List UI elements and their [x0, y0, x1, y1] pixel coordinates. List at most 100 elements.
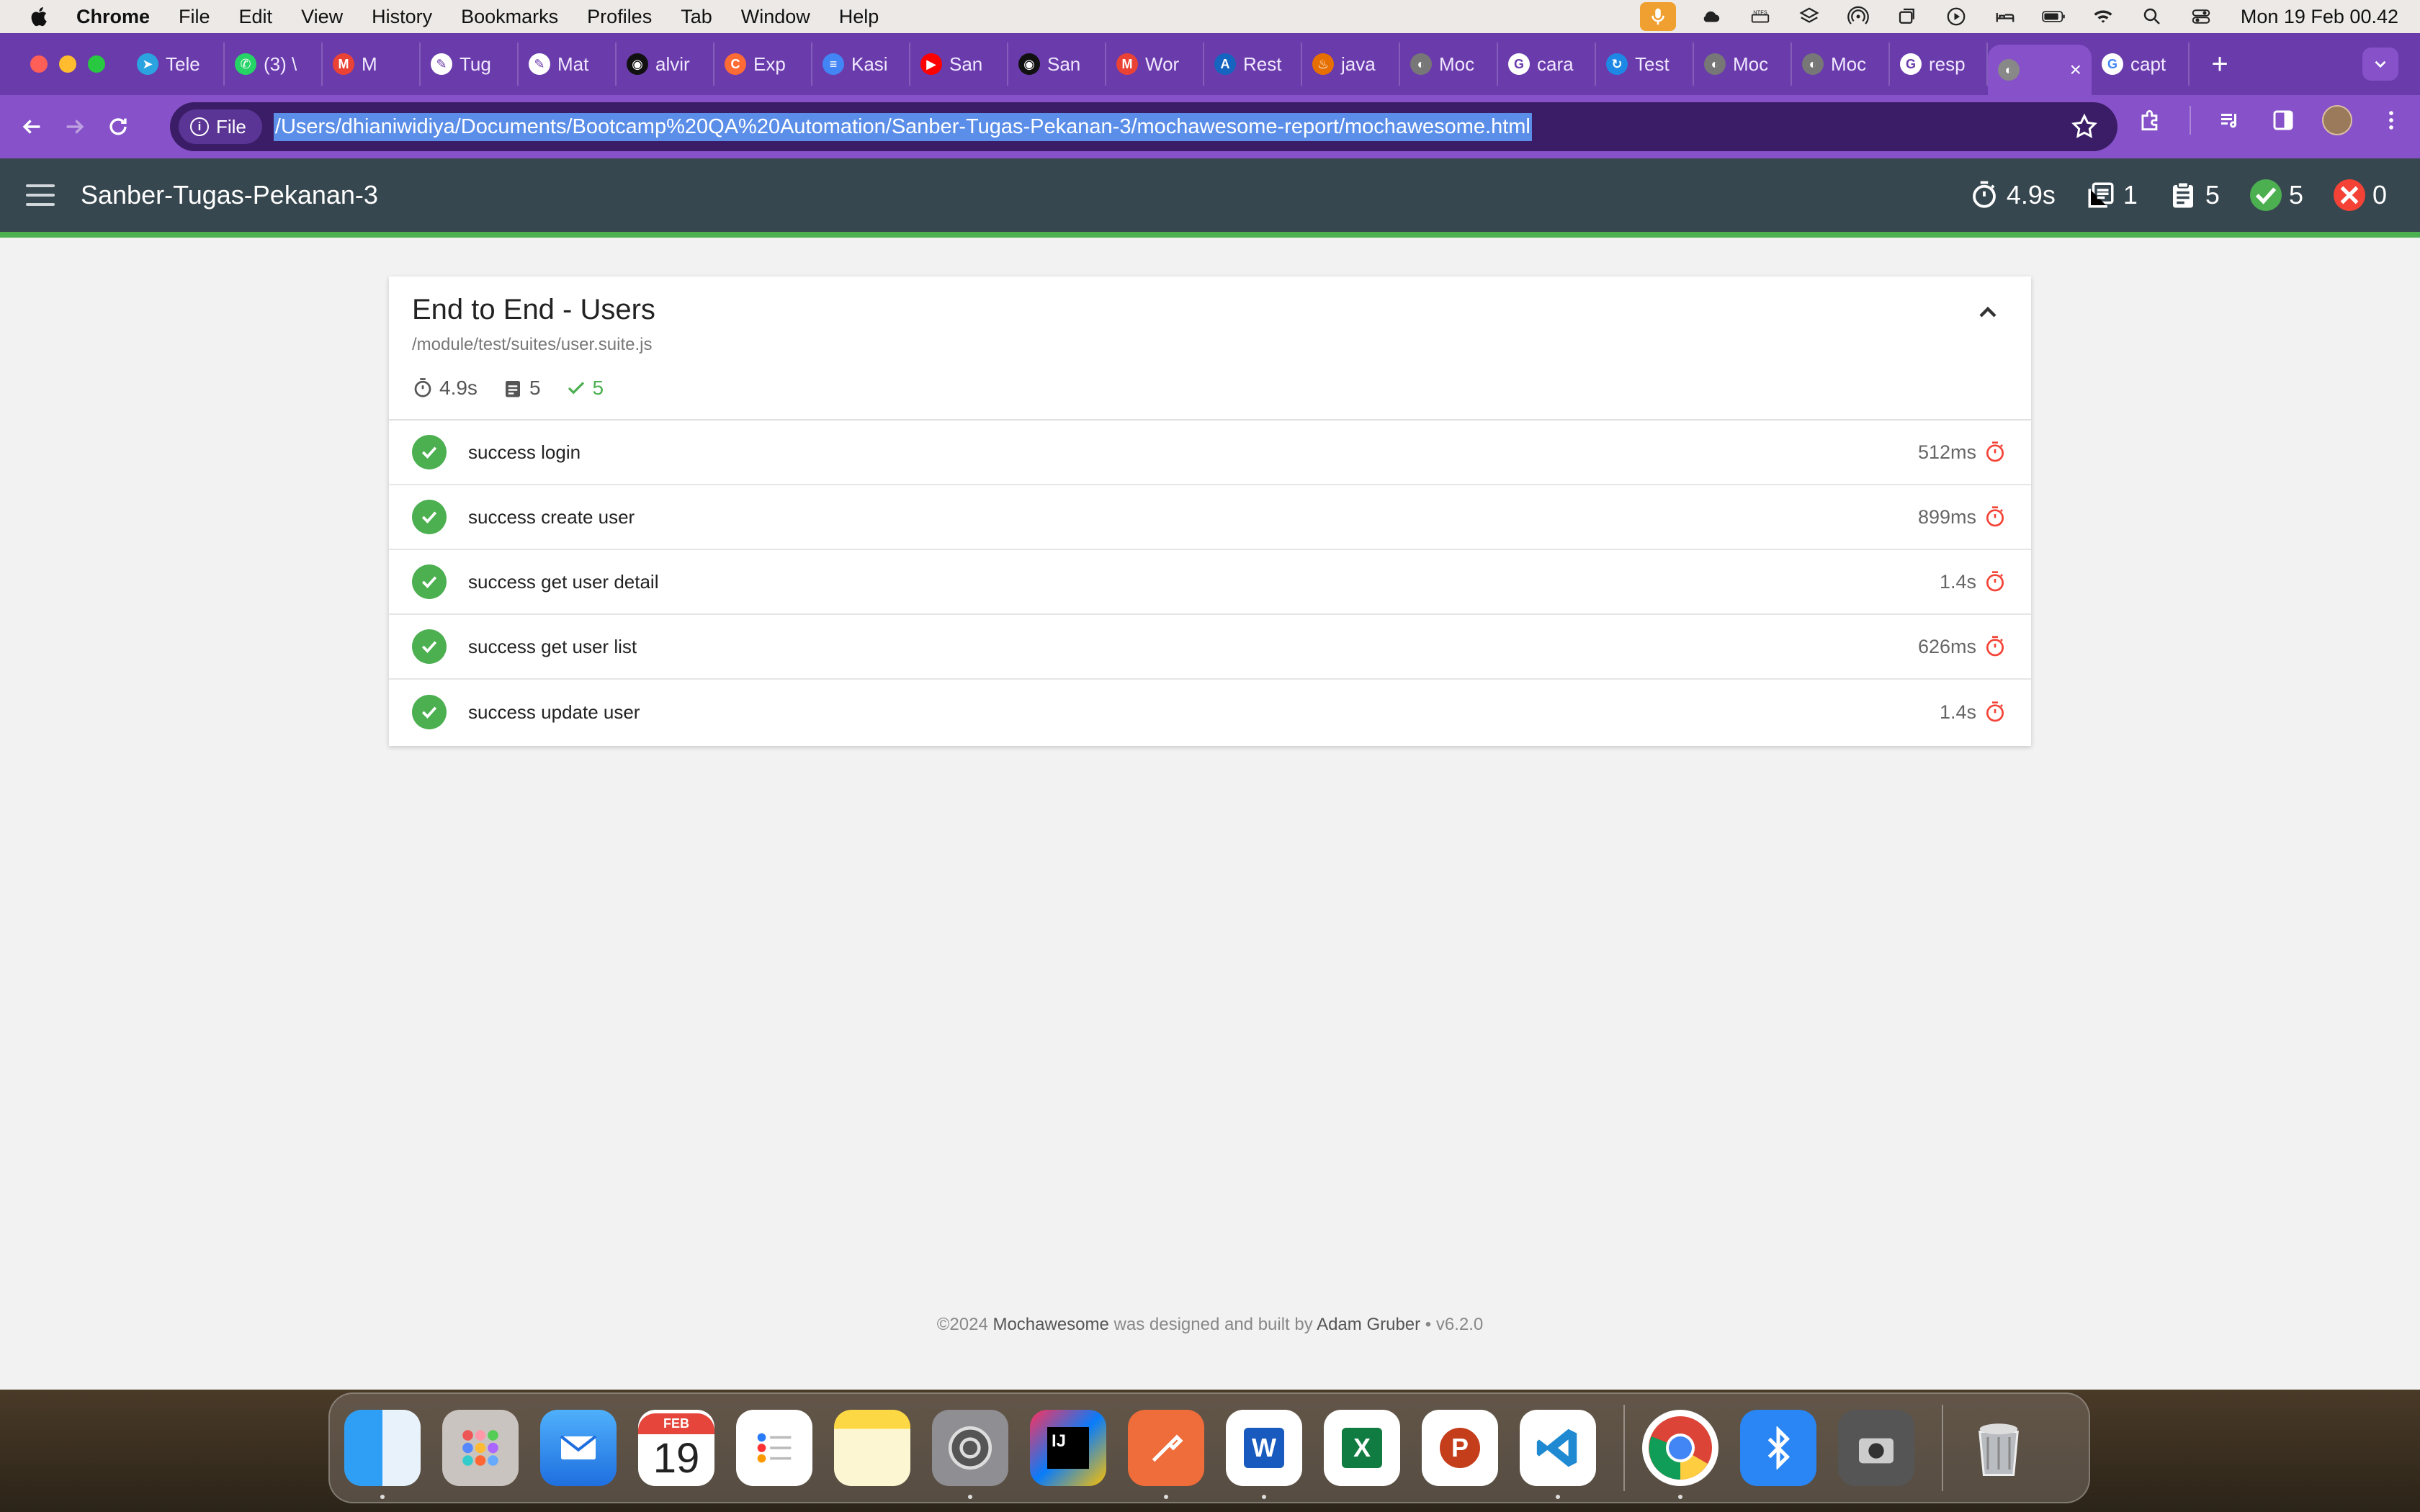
tab-item[interactable]: ◐ Moc — [1694, 42, 1792, 86]
menu-tab[interactable]: Tab — [681, 6, 712, 28]
site-info-chip[interactable]: i File — [179, 109, 262, 144]
tab-item[interactable]: ≡ Kasi — [812, 42, 910, 86]
tab-item[interactable]: ◉ San — [1008, 42, 1106, 86]
menu-bar-clock[interactable]: Mon 19 Feb 00.42 — [2241, 6, 2398, 28]
dock-intellij-icon[interactable]: IJ — [1030, 1410, 1106, 1486]
microphone-icon[interactable] — [1639, 2, 1676, 31]
menu-window[interactable]: Window — [741, 6, 810, 28]
tab-favicon-icon: ◉ — [627, 53, 648, 75]
footer-brand-link[interactable]: Mochawesome — [992, 1315, 1108, 1334]
back-button[interactable] — [10, 105, 53, 148]
dock-finder-icon[interactable] — [344, 1410, 421, 1499]
menu-help[interactable]: Help — [839, 6, 879, 28]
menu-bookmarks[interactable]: Bookmarks — [461, 6, 558, 28]
window-switcher-icon[interactable] — [1894, 6, 1921, 27]
extensions-puzzle-icon[interactable] — [2136, 106, 2165, 135]
test-row[interactable]: success update user 1.4s — [389, 680, 2031, 744]
close-window-button[interactable] — [30, 55, 48, 73]
tab-item[interactable]: ➤ Tele — [127, 42, 225, 86]
close-tab-icon[interactable]: × — [2070, 58, 2081, 81]
dock-launchpad-icon[interactable] — [442, 1410, 519, 1486]
menu-profiles[interactable]: Profiles — [587, 6, 652, 28]
dock-bluetooth-icon[interactable] — [1740, 1410, 1816, 1486]
dock-vscode-icon[interactable] — [1520, 1410, 1596, 1499]
test-row[interactable]: success get user detail 1.4s — [389, 550, 2031, 615]
media-controls-icon[interactable] — [2215, 106, 2244, 135]
dock-trash-icon[interactable] — [1960, 1410, 2037, 1486]
zoom-window-button[interactable] — [88, 55, 105, 73]
cloud-icon[interactable] — [1698, 6, 1725, 27]
tab-item[interactable]: Gcara — [1498, 42, 1596, 86]
test-row[interactable]: success login 512ms — [389, 420, 2031, 485]
dock-postman-icon[interactable] — [1128, 1410, 1204, 1499]
profile-avatar[interactable] — [2322, 105, 2352, 135]
dock-excel-icon[interactable]: X — [1324, 1410, 1400, 1486]
test-row[interactable]: success create user 899ms — [389, 485, 2031, 550]
menu-app-name[interactable]: Chrome — [76, 6, 150, 28]
test-row[interactable]: success get user list 626ms — [389, 615, 2031, 680]
bed-icon[interactable] — [1991, 6, 2019, 27]
tab-item[interactable]: ♨ java — [1302, 42, 1400, 86]
dock-screenshot-icon[interactable] — [1838, 1410, 1914, 1486]
control-center-icon[interactable] — [2187, 6, 2215, 27]
battery-icon[interactable] — [2040, 6, 2068, 27]
dock-word-icon[interactable]: W — [1226, 1410, 1302, 1499]
menu-file[interactable]: File — [179, 6, 210, 28]
wifi-icon[interactable] — [2089, 6, 2117, 27]
dock-calendar-icon[interactable]: FEB 19 — [638, 1410, 714, 1486]
stat-passed[interactable]: 5 — [2249, 179, 2303, 211]
dock-notes-icon[interactable] — [834, 1410, 910, 1486]
apple-icon[interactable] — [27, 4, 52, 29]
bookmark-star-icon[interactable] — [2070, 112, 2099, 141]
tab-item[interactable]: ↻ Test — [1596, 42, 1694, 86]
dock-powerpoint-icon[interactable]: P — [1422, 1410, 1498, 1486]
stat-suites[interactable]: 1 — [2086, 180, 2138, 210]
tab-item[interactable]: Gresp — [1890, 42, 1988, 86]
minimize-window-button[interactable] — [59, 55, 76, 73]
layers-icon[interactable] — [1796, 6, 1823, 27]
tab-active-mochawesome[interactable]: ◐ × — [1988, 45, 2092, 95]
tab-item[interactable]: ✎ Mat — [519, 42, 617, 86]
dock-mail-icon[interactable] — [540, 1410, 617, 1486]
tab-item[interactable]: M Wor — [1106, 42, 1204, 86]
new-tab-button[interactable]: + — [2204, 48, 2236, 81]
stat-tests[interactable]: 5 — [2168, 180, 2220, 210]
tab-item[interactable]: C Exp — [714, 42, 812, 86]
check-circle-icon — [412, 435, 447, 469]
tab-label: M — [362, 53, 377, 75]
airdrop-icon[interactable] — [1845, 6, 1872, 27]
forward-button[interactable] — [53, 105, 97, 148]
cancel-circle-icon — [2333, 179, 2365, 211]
tab-item[interactable]: ◐ Moc — [1400, 42, 1498, 86]
tab-item[interactable]: ◐ Moc — [1792, 42, 1890, 86]
menu-hamburger-icon[interactable] — [26, 184, 55, 206]
tab-item[interactable]: ◉ alvir — [617, 42, 714, 86]
tab-item[interactable]: A Rest — [1204, 42, 1302, 86]
tab-favicon-icon: G — [1900, 53, 1922, 75]
tab-search-button[interactable] — [2362, 48, 2398, 81]
tab-item[interactable]: ✆ (3) \ — [225, 42, 323, 86]
tab-item[interactable]: ▶ San — [910, 42, 1008, 86]
footer-author-link[interactable]: Adam Gruber — [1317, 1315, 1420, 1334]
ntfs-drive-icon[interactable]: NTFS — [1747, 6, 1774, 27]
dock-chrome-icon[interactable] — [1642, 1410, 1718, 1499]
stat-failed[interactable]: 0 — [2333, 179, 2387, 211]
tab-item[interactable]: MM — [323, 42, 421, 86]
side-panel-icon[interactable] — [2269, 106, 2298, 135]
play-icon[interactable] — [1942, 6, 1970, 27]
menu-history[interactable]: History — [372, 6, 432, 28]
test-duration: 1.4s — [1939, 701, 1976, 723]
test-duration: 626ms — [1917, 635, 1976, 657]
tab-capt[interactable]: G capt — [2092, 42, 2190, 86]
menu-edit[interactable]: Edit — [239, 6, 273, 28]
spotlight-search-icon[interactable] — [2138, 6, 2166, 27]
menu-view[interactable]: View — [301, 6, 343, 28]
reload-button[interactable] — [97, 105, 140, 148]
more-menu-icon[interactable] — [2377, 106, 2406, 135]
address-bar[interactable]: i File /Users/dhianiwidiya/Documents/Boo… — [170, 102, 2118, 151]
dock-system-settings-icon[interactable] — [932, 1410, 1008, 1499]
url-text[interactable]: /Users/dhianiwidiya/Documents/Bootcamp%2… — [273, 112, 1532, 141]
tab-item[interactable]: ✎ Tug — [421, 42, 519, 86]
chevron-up-icon[interactable] — [1973, 298, 2002, 327]
dock-reminders-icon[interactable] — [736, 1410, 812, 1486]
